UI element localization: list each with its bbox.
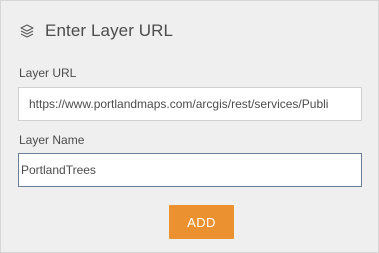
add-button[interactable]: ADD	[169, 205, 234, 239]
add-layer-panel: Enter Layer URL Layer URL Layer Name ADD	[0, 0, 379, 253]
layers-icon	[18, 22, 36, 40]
panel-title: Enter Layer URL	[45, 21, 174, 40]
panel-header: Enter Layer URL	[18, 20, 173, 42]
layer-name-input[interactable]	[18, 153, 362, 187]
layer-name-label: Layer Name	[19, 133, 85, 147]
layer-url-input[interactable]	[18, 87, 362, 121]
layer-url-label: Layer URL	[19, 66, 77, 80]
